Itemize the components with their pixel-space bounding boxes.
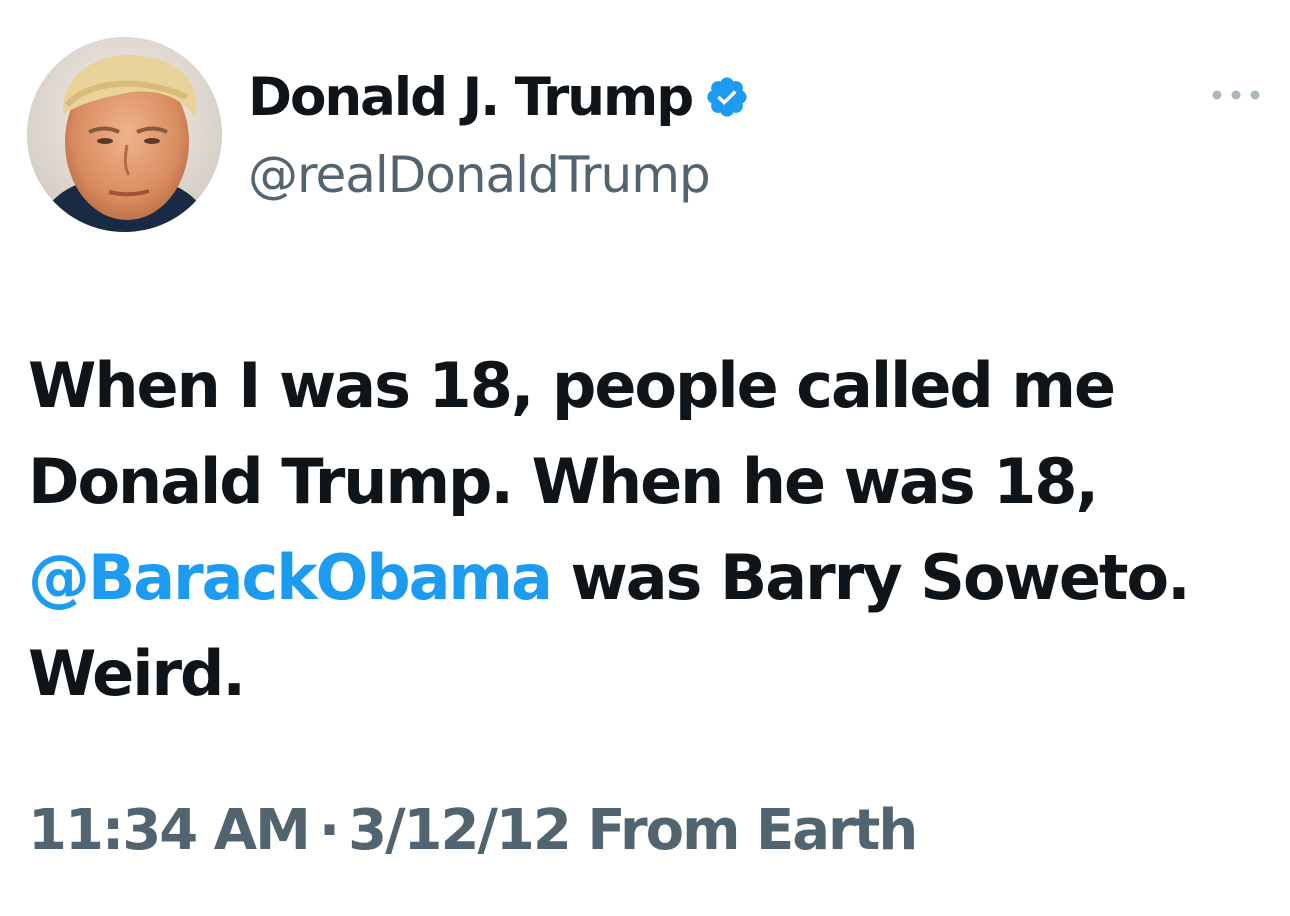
tweet-card: Donald J. Trump @realDonaldTrump When I … bbox=[0, 0, 1290, 916]
handle[interactable]: @realDonaldTrump bbox=[248, 146, 711, 204]
tweet-date[interactable]: 3/12/12 bbox=[348, 798, 572, 863]
more-horizontal-icon bbox=[1212, 90, 1260, 100]
meta-separator: · bbox=[318, 798, 340, 863]
more-options-button[interactable] bbox=[1208, 78, 1264, 112]
tweet-time[interactable]: 11:34 AM bbox=[28, 798, 311, 863]
avatar-portrait bbox=[27, 37, 222, 232]
tweet-source: From Earth bbox=[587, 798, 918, 863]
tweet-line-3-rest: was Barry Soweto. bbox=[550, 541, 1190, 614]
tweet-text: When I was 18, people called me Donald T… bbox=[28, 338, 1258, 722]
tweet-line-2: Donald Trump. When he was 18, bbox=[28, 445, 1099, 518]
tweet-line-4: Weird. bbox=[28, 637, 246, 710]
tweet-line-3: @BarackObama was Barry Soweto. bbox=[28, 530, 1258, 626]
avatar[interactable] bbox=[27, 37, 222, 232]
mention-link[interactable]: @BarackObama bbox=[28, 541, 553, 614]
tweet-line-1: When I was 18, people called me bbox=[28, 349, 1116, 422]
author-name-row[interactable]: Donald J. Trump bbox=[248, 62, 750, 132]
display-name[interactable]: Donald J. Trump bbox=[248, 67, 694, 128]
tweet-meta: 11:34 AM · 3/12/12 From Earth bbox=[28, 798, 918, 863]
verified-badge-icon bbox=[704, 74, 750, 120]
